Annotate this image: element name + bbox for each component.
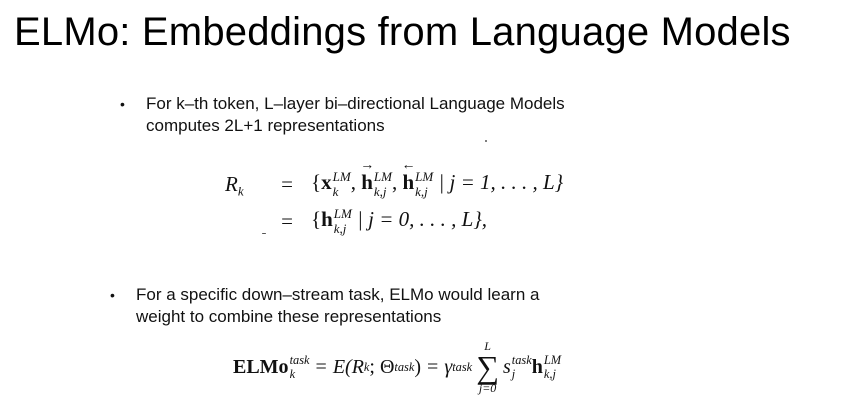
- bullet-line: For k–th token, L–layer bi–directional L…: [146, 94, 565, 113]
- speck-mark: [485, 140, 487, 142]
- summation: L ∑ j=0: [476, 339, 499, 395]
- bullet-marker: •: [120, 96, 125, 112]
- speck-mark: [262, 233, 266, 234]
- equation-lhs: Rk: [225, 171, 244, 199]
- equation-representations-line1: Rk = {x LM k, → h LM k,j, ← h LM k,j | j = 1, . …: [225, 158, 564, 200]
- bullet-line: For a specific down–stream task, ELMo wo…: [136, 285, 540, 304]
- equals-sign: =: [281, 208, 293, 233]
- equals-sign: =: [315, 355, 327, 378]
- elmo-symbol: ELMo: [233, 355, 289, 378]
- bullet-line: computes 2L+1 representations: [146, 116, 385, 135]
- bullet-marker: •: [110, 287, 115, 303]
- equation-representations-line2: = {h LM k,j | j = 0, . . . , L},: [225, 207, 487, 235]
- bullet-line: weight to combine these representations: [136, 307, 442, 326]
- slide-title: ELMo: Embeddings from Language Models: [14, 10, 791, 54]
- equals-sign: =: [281, 171, 293, 196]
- slide: ELMo: Embeddings from Language Models • …: [0, 0, 868, 405]
- equation-rhs: {h LM k,j | j = 0, . . . , L},: [311, 206, 487, 237]
- bullet-downstream: • For a specific down–stream task, ELMo …: [110, 284, 670, 328]
- equals-sign: =: [427, 355, 439, 378]
- bullet-tokens: • For k–th token, L–layer bi–directional…: [120, 93, 680, 137]
- equation-rhs: {x LM k, → h LM k,j, ← h LM k,j | j = 1, . . . ,…: [311, 158, 564, 200]
- equation-elmo: ELMo task k = E(R k; Θtask) = γ task L ∑ j=0…: [233, 339, 562, 395]
